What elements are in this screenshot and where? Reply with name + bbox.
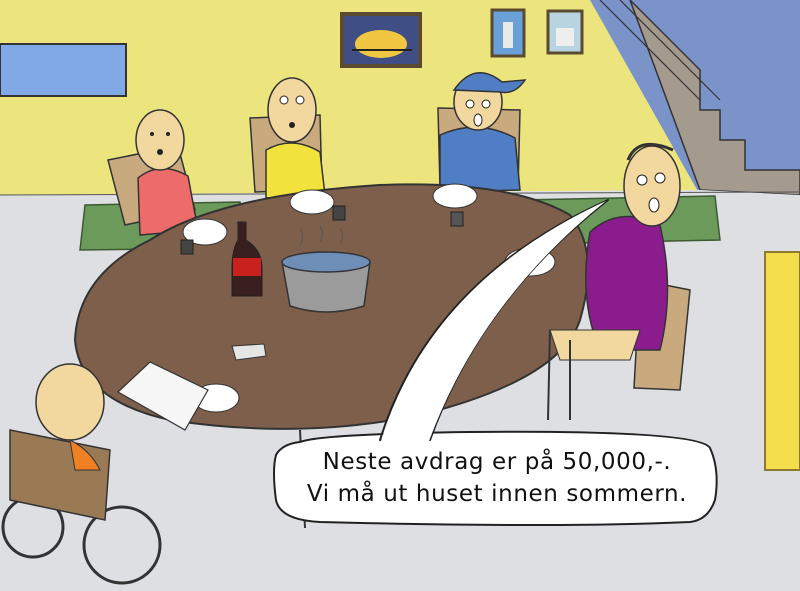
plate [432, 183, 478, 209]
speech-bubble-text: Neste avdrag er på 50,000,-. Vi må ut hu… [282, 446, 712, 510]
cup [332, 205, 346, 221]
castle-painting [546, 9, 584, 55]
yellow-bench [764, 251, 800, 471]
portrait-painting [490, 8, 526, 58]
comic-scene: Neste avdrag er på 50,000,-. Vi må ut hu… [0, 0, 800, 591]
speech-line-2: Vi må ut huset innen sommern. [306, 481, 688, 507]
cup [450, 211, 464, 227]
plate [289, 189, 335, 215]
speech-line-1: Neste avdrag er på 50,000,-. [322, 449, 672, 475]
window [0, 43, 127, 97]
sunset-painting [340, 12, 422, 68]
cup [180, 239, 194, 255]
